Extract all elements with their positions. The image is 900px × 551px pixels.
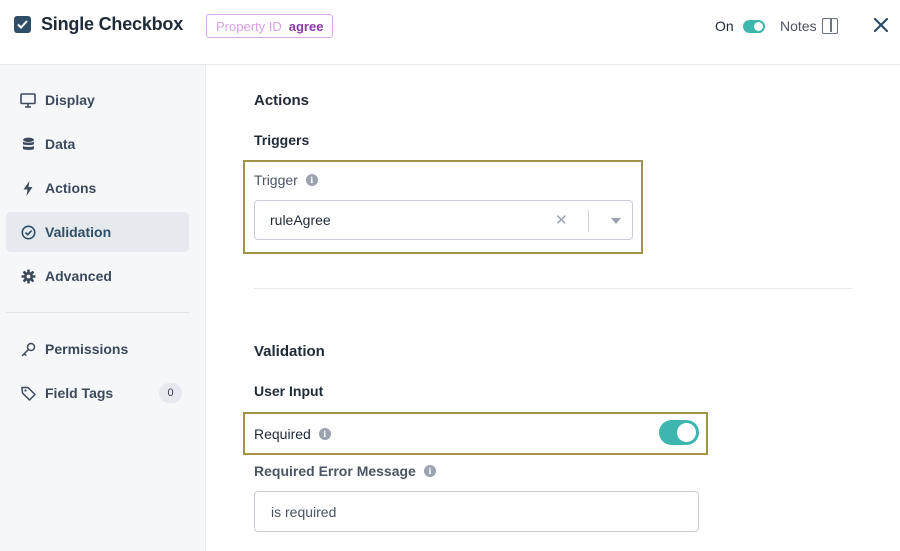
select-divider: [588, 210, 589, 232]
monitor-icon: [20, 92, 36, 108]
database-icon: [20, 136, 36, 152]
check-circle-icon: [20, 224, 36, 240]
notes-label: Notes: [780, 18, 817, 34]
error-message-label-text: Required Error Message: [254, 463, 416, 479]
sidebar-item-data[interactable]: Data: [6, 124, 189, 164]
sidebar-item-label: Permissions: [45, 341, 129, 357]
error-message-label: Required Error Message i: [254, 463, 436, 479]
sidebar-item-display[interactable]: Display: [6, 80, 189, 120]
info-icon[interactable]: i: [305, 174, 318, 186]
validation-section-title: Validation: [254, 343, 325, 360]
trigger-label-text: Trigger: [254, 172, 298, 188]
sidebar-item-validation[interactable]: Validation: [6, 212, 189, 252]
panel-header: Single Checkbox Property ID agree On Not…: [0, 0, 900, 65]
sidebar-item-field-tags[interactable]: Field Tags 0: [6, 373, 189, 413]
field-tags-count-badge: 0: [159, 383, 182, 403]
page-title: Single Checkbox: [41, 14, 184, 34]
bolt-icon: [20, 180, 36, 196]
main-panel: Actions Triggers Trigger i ruleAgree ✕ V…: [207, 65, 900, 551]
sidebar: Display Data Actions Validation Advanced…: [0, 65, 206, 551]
key-icon: [20, 341, 36, 357]
property-id-value: agree: [288, 18, 324, 34]
section-divider: [254, 288, 852, 289]
required-error-message-input[interactable]: [254, 491, 699, 532]
clear-icon[interactable]: ✕: [555, 211, 568, 229]
property-id-label: Property ID: [216, 18, 282, 34]
sidebar-item-label: Data: [45, 136, 76, 152]
sidebar-item-label: Actions: [45, 180, 97, 196]
user-input-subtitle: User Input: [254, 383, 324, 399]
toggle-knob: [677, 423, 696, 442]
on-toggle[interactable]: [743, 20, 765, 33]
tag-icon: [20, 385, 36, 401]
required-label-text: Required: [254, 426, 311, 442]
info-icon[interactable]: i: [318, 428, 331, 440]
sidebar-item-label: Advanced: [45, 268, 112, 284]
sidebar-divider: [6, 312, 189, 313]
gear-icon: [20, 268, 36, 284]
sidebar-item-actions[interactable]: Actions: [6, 168, 189, 208]
triggers-subtitle: Triggers: [254, 132, 310, 148]
notes-panel-icon[interactable]: [822, 18, 838, 34]
sidebar-item-label: Display: [45, 92, 95, 108]
checkbox-icon: [14, 16, 31, 33]
chevron-down-icon[interactable]: [611, 218, 621, 224]
required-toggle[interactable]: [659, 420, 699, 445]
trigger-selected-value: ruleAgree: [270, 212, 331, 228]
sidebar-item-advanced[interactable]: Advanced: [6, 256, 189, 296]
close-icon: [874, 18, 888, 32]
property-id-badge: Property ID agree: [206, 14, 334, 38]
trigger-select[interactable]: ruleAgree ✕: [254, 200, 633, 240]
info-icon[interactable]: i: [423, 465, 436, 477]
toggle-knob: [754, 22, 763, 31]
close-button[interactable]: [871, 14, 891, 36]
required-label: Required i: [254, 426, 331, 442]
actions-section-title: Actions: [254, 92, 310, 109]
sidebar-item-permissions[interactable]: Permissions: [6, 329, 189, 369]
sidebar-item-label: Field Tags: [45, 385, 114, 401]
trigger-label: Trigger i: [254, 172, 318, 188]
sidebar-item-label: Validation: [45, 224, 112, 240]
on-label: On: [715, 18, 734, 34]
